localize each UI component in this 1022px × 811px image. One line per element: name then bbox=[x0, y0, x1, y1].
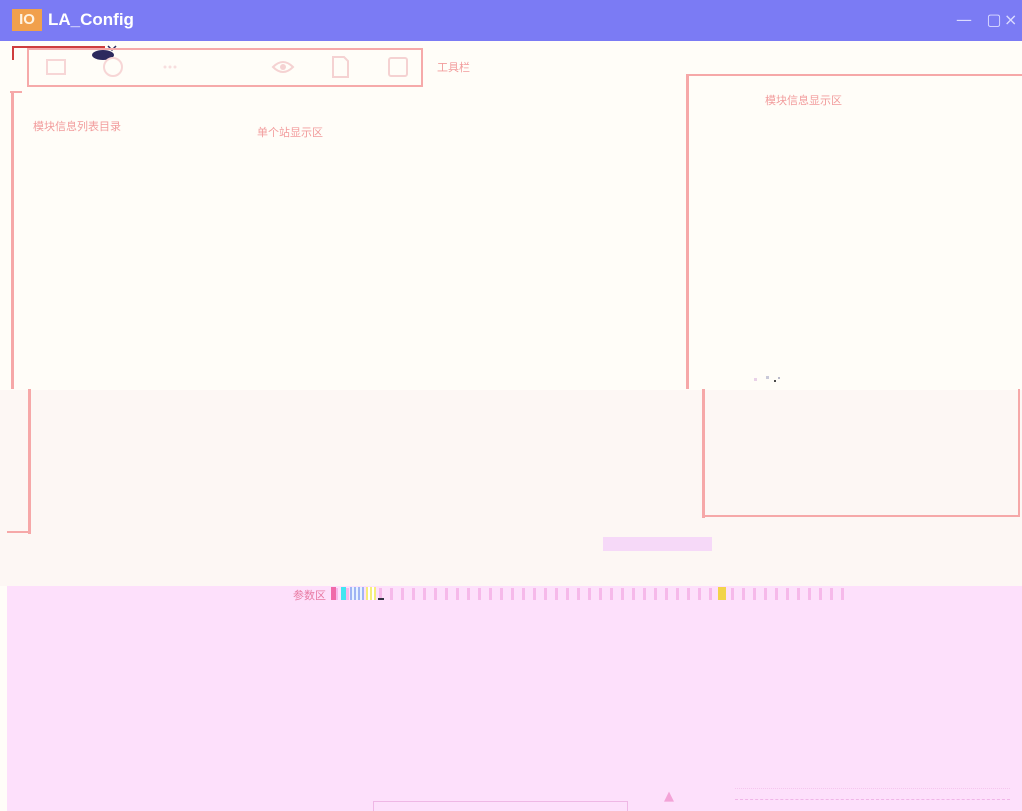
status-bar-segment bbox=[603, 537, 712, 551]
params-marker-dark bbox=[378, 598, 384, 600]
module-info-annotation: 模块信息显示区 bbox=[765, 94, 842, 107]
title-bar: IO LA_Config — ▢ × bbox=[0, 0, 1022, 41]
maximize-button[interactable]: ▢ bbox=[983, 8, 1005, 32]
more-icon[interactable] bbox=[157, 54, 183, 80]
render-artifact bbox=[754, 376, 780, 382]
app-window: IO LA_Config — ▢ × 工具栏 模块信息列表目录 单个站显示区 模… bbox=[0, 0, 1022, 811]
params-annotation: 参数区 bbox=[293, 589, 326, 602]
params-marker-cyan bbox=[341, 587, 346, 600]
box-icon[interactable] bbox=[43, 54, 69, 80]
module-info-outline-left bbox=[686, 74, 689, 389]
module-list-outline-left bbox=[11, 91, 14, 389]
module-info-outline-top bbox=[686, 74, 1022, 76]
params-marker-pink bbox=[331, 587, 336, 600]
module-list-annotation: 模块信息列表目录 bbox=[33, 120, 121, 133]
main-area bbox=[0, 41, 1022, 390]
square-icon[interactable] bbox=[385, 54, 411, 80]
params-tab-strip[interactable] bbox=[335, 588, 850, 600]
module-info-outline-lower-left bbox=[702, 389, 705, 518]
eye-icon[interactable] bbox=[270, 54, 296, 80]
toolbar-annotation: 工具栏 bbox=[437, 61, 470, 74]
bottom-input-box[interactable] bbox=[373, 801, 628, 811]
station-display-annotation: 单个站显示区 bbox=[257, 126, 323, 139]
status-text-area bbox=[735, 788, 1010, 800]
minimize-button[interactable]: — bbox=[953, 8, 975, 32]
globe-icon[interactable] bbox=[100, 54, 126, 80]
module-list-outline-lower bbox=[28, 389, 31, 534]
params-marker-gold bbox=[718, 587, 726, 600]
scroll-up-icon[interactable]: ▲ bbox=[664, 789, 674, 804]
params-area[interactable] bbox=[7, 586, 1022, 811]
module-info-outline-right bbox=[1018, 389, 1020, 517]
selection-outline-left bbox=[12, 46, 14, 60]
params-marker-blue bbox=[350, 587, 364, 600]
app-icon: IO bbox=[12, 9, 42, 31]
close-button[interactable]: × bbox=[1004, 8, 1022, 32]
document-icon[interactable] bbox=[327, 54, 353, 80]
toolbar-outline bbox=[27, 48, 423, 87]
window-title: LA_Config bbox=[48, 10, 134, 29]
params-marker-yellow bbox=[366, 587, 376, 600]
lower-area bbox=[0, 390, 1022, 586]
module-info-outline-bottom bbox=[702, 515, 1020, 517]
module-list-outline-bottom bbox=[7, 531, 31, 533]
